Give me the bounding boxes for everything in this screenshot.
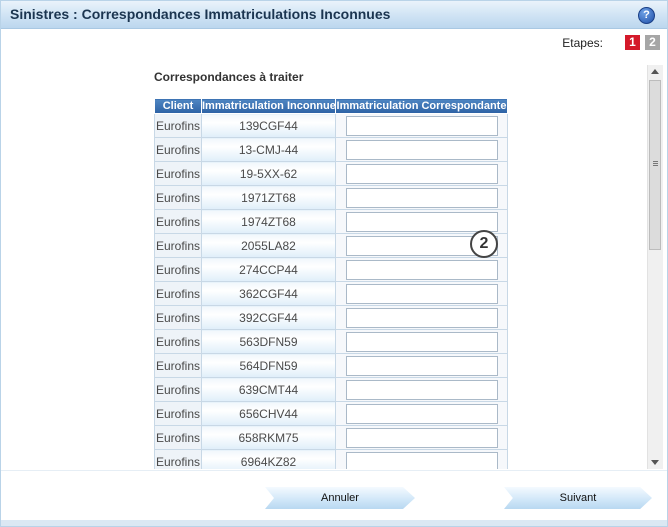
- matching-plate-input[interactable]: [345, 427, 498, 448]
- unknown-plate-cell: 1971ZT68: [201, 185, 336, 210]
- grip-icon: [653, 161, 658, 162]
- matching-plate-input[interactable]: [345, 355, 498, 376]
- window-title: Sinistres : Correspondances Immatriculat…: [10, 6, 391, 22]
- help-icon[interactable]: ?: [638, 7, 655, 24]
- scroll-up-arrow-icon[interactable]: [651, 69, 659, 74]
- matching-plate-cell: [335, 353, 508, 378]
- unknown-plate-cell: 656CHV44: [201, 401, 336, 426]
- unknown-plate-cell: 362CGF44: [201, 281, 336, 306]
- matching-plate-input[interactable]: [345, 187, 498, 208]
- content-scroll-area: Correspondances à traiter Client Immatri…: [4, 65, 647, 469]
- client-cell: Eurofins: [154, 425, 202, 450]
- table-row: Eurofins 13-CMJ-44: [154, 137, 508, 162]
- bottom-bar: [1, 520, 667, 526]
- matching-plate-input[interactable]: [345, 139, 498, 160]
- step-2-badge: 2: [645, 35, 660, 50]
- matching-plate-cell: [335, 185, 508, 210]
- matching-plate-cell: [335, 257, 508, 282]
- client-cell: Eurofins: [154, 305, 202, 330]
- table-row: Eurofins 656CHV44: [154, 401, 508, 426]
- matching-plate-cell: [335, 329, 508, 354]
- section-title: Correspondances à traiter: [154, 70, 304, 84]
- column-header-matching-plate[interactable]: Immatriculation Correspondante: [335, 98, 508, 114]
- table-row: Eurofins 564DFN59: [154, 353, 508, 378]
- client-cell: Eurofins: [154, 233, 202, 258]
- table-row: Eurofins 362CGF44: [154, 281, 508, 306]
- table-header-row: Client Immatriculation Inconnue Immatric…: [154, 98, 508, 114]
- client-cell: Eurofins: [154, 329, 202, 354]
- scroll-down-arrow-icon[interactable]: [651, 460, 659, 465]
- cancel-button[interactable]: Annuler: [265, 487, 415, 509]
- footer-divider: [1, 470, 667, 471]
- table-row: Eurofins 139CGF44: [154, 113, 508, 138]
- table-row: Eurofins 658RKM75: [154, 425, 508, 450]
- scrollbar-thumb[interactable]: [649, 80, 661, 250]
- client-cell: Eurofins: [154, 401, 202, 426]
- step-marker-badge: 2: [470, 230, 498, 258]
- matching-plate-input[interactable]: [345, 163, 498, 184]
- client-cell: Eurofins: [154, 281, 202, 306]
- matching-plate-cell: [335, 425, 508, 450]
- dialog-window: Sinistres : Correspondances Immatriculat…: [0, 0, 668, 527]
- title-bar: Sinistres : Correspondances Immatriculat…: [1, 1, 667, 29]
- matching-plate-input[interactable]: [345, 379, 498, 400]
- unknown-plate-cell: 658RKM75: [201, 425, 336, 450]
- table-row: Eurofins 6964KZ82: [154, 449, 508, 469]
- matching-plate-cell: [335, 113, 508, 138]
- client-cell: Eurofins: [154, 257, 202, 282]
- unknown-plate-cell: 6964KZ82: [201, 449, 336, 469]
- client-cell: Eurofins: [154, 185, 202, 210]
- unknown-plate-cell: 2055LA82: [201, 233, 336, 258]
- table-row: Eurofins 563DFN59: [154, 329, 508, 354]
- matching-plate-cell: [335, 281, 508, 306]
- matching-plate-cell: [335, 161, 508, 186]
- next-button[interactable]: Suivant: [504, 487, 652, 509]
- steps-label: Etapes:: [562, 36, 603, 50]
- matching-plate-input[interactable]: [345, 259, 498, 280]
- table-row: Eurofins 2055LA82: [154, 233, 508, 258]
- table-row: Eurofins 392CGF44: [154, 305, 508, 330]
- vertical-scrollbar[interactable]: [647, 65, 663, 469]
- unknown-plate-cell: 1974ZT68: [201, 209, 336, 234]
- column-header-client[interactable]: Client: [154, 98, 202, 114]
- table-row: Eurofins 274CCP44: [154, 257, 508, 282]
- matching-plate-input[interactable]: [345, 115, 498, 136]
- table-row: Eurofins 1974ZT68: [154, 209, 508, 234]
- unknown-plate-cell: 139CGF44: [201, 113, 336, 138]
- matching-plate-input[interactable]: [345, 307, 498, 328]
- step-1-badge: 1: [625, 35, 640, 50]
- unknown-plate-cell: 13-CMJ-44: [201, 137, 336, 162]
- client-cell: Eurofins: [154, 209, 202, 234]
- unknown-plate-cell: 563DFN59: [201, 329, 336, 354]
- client-cell: Eurofins: [154, 161, 202, 186]
- client-cell: Eurofins: [154, 113, 202, 138]
- matching-plate-cell: [335, 449, 508, 469]
- unknown-plate-cell: 19-5XX-62: [201, 161, 336, 186]
- matching-plate-cell: [335, 137, 508, 162]
- table-row: Eurofins 1971ZT68: [154, 185, 508, 210]
- matching-plate-input[interactable]: [345, 211, 498, 232]
- matching-plate-cell: [335, 377, 508, 402]
- table-row: Eurofins 19-5XX-62: [154, 161, 508, 186]
- client-cell: Eurofins: [154, 449, 202, 469]
- matching-plate-input[interactable]: [345, 283, 498, 304]
- client-cell: Eurofins: [154, 353, 202, 378]
- matching-plate-input[interactable]: [345, 403, 498, 424]
- unknown-plate-cell: 274CCP44: [201, 257, 336, 282]
- matching-plate-cell: [335, 305, 508, 330]
- matching-plate-cell: [335, 401, 508, 426]
- column-header-unknown-plate[interactable]: Immatriculation Inconnue: [201, 98, 336, 114]
- client-cell: Eurofins: [154, 377, 202, 402]
- matching-plate-input[interactable]: [345, 451, 498, 469]
- matching-plate-input[interactable]: [345, 331, 498, 352]
- table-row: Eurofins 639CMT44: [154, 377, 508, 402]
- unknown-plate-cell: 392CGF44: [201, 305, 336, 330]
- client-cell: Eurofins: [154, 137, 202, 162]
- unknown-plate-cell: 639CMT44: [201, 377, 336, 402]
- unknown-plate-cell: 564DFN59: [201, 353, 336, 378]
- correspondences-table: Client Immatriculation Inconnue Immatric…: [154, 98, 508, 469]
